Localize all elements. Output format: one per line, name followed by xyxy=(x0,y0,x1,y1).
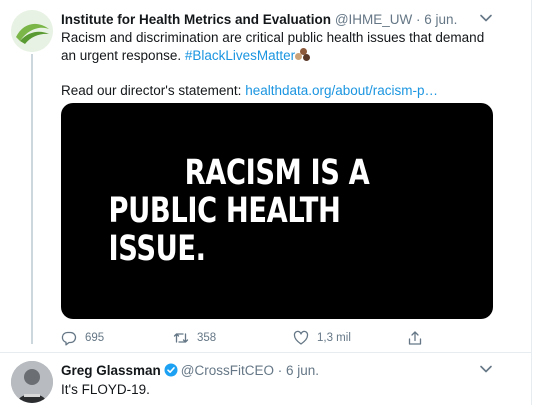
like-count: 1,3 mil xyxy=(317,332,351,344)
tweet-ihme[interactable]: Institute for Health Metrics and Evaluat… xyxy=(0,0,531,352)
statement-link[interactable]: healthdata.org/about/racism-p… xyxy=(245,83,438,98)
image-text-line2: PUBLIC HEALTH ISSUE. xyxy=(108,191,341,269)
raised-fists-emoji-icon xyxy=(295,48,311,62)
share-icon xyxy=(408,331,422,345)
chevron-down-icon[interactable] xyxy=(479,362,493,376)
image-text-line1: RACISM IS A xyxy=(184,153,370,193)
tweet-actions: 695 358 1,3 mil xyxy=(61,328,461,348)
tweet-image[interactable]: RACISM IS A PUBLIC HEALTH ISSUE. xyxy=(61,103,493,319)
tweet-header: Institute for Health Metrics and Evaluat… xyxy=(61,11,457,29)
tweet-date[interactable]: · 6 jun. xyxy=(416,12,457,27)
like-button[interactable]: 1,3 mil xyxy=(293,328,351,348)
verified-badge-icon xyxy=(164,363,178,377)
heart-icon xyxy=(293,330,309,345)
avatar[interactable] xyxy=(11,361,53,403)
reply-button[interactable]: 695 xyxy=(61,328,104,348)
tweet-date[interactable]: · 6 jun. xyxy=(278,363,319,378)
handle[interactable]: @IHME_UW xyxy=(335,12,412,27)
chevron-down-icon[interactable] xyxy=(479,11,493,25)
display-name[interactable]: Institute for Health Metrics and Evaluat… xyxy=(61,12,331,27)
hashtag-link[interactable]: #BlackLivesMatter xyxy=(185,48,295,63)
image-caption: RACISM IS A PUBLIC HEALTH ISSUE. xyxy=(109,103,446,319)
profile-photo-icon xyxy=(11,361,53,403)
tweet-text: It's FLOYD-19. xyxy=(61,382,150,397)
reply-count: 695 xyxy=(85,332,105,344)
handle[interactable]: @CrossFitCEO xyxy=(181,363,274,378)
reply-icon xyxy=(61,331,77,346)
statement-line: Read our director's statement: healthdat… xyxy=(61,82,438,100)
tweet-header: Greg Glassman @CrossFitCEO · 6 jun. xyxy=(61,362,319,380)
retweet-button[interactable]: 358 xyxy=(173,328,216,348)
display-name[interactable]: Greg Glassman xyxy=(61,363,161,378)
avatar[interactable] xyxy=(11,10,53,52)
share-button[interactable] xyxy=(407,328,431,348)
statement-prefix: Read our director's statement: xyxy=(61,83,242,98)
ihme-logo-icon xyxy=(11,10,53,52)
thread-line xyxy=(31,54,33,344)
retweet-icon xyxy=(173,333,189,343)
tweet-text: Racism and discrimination are critical p… xyxy=(61,29,501,65)
retweet-count: 358 xyxy=(197,332,217,344)
timeline-border xyxy=(531,0,532,405)
tweet-greg-glassman[interactable]: Greg Glassman @CrossFitCEO · 6 jun. It's … xyxy=(0,352,531,406)
